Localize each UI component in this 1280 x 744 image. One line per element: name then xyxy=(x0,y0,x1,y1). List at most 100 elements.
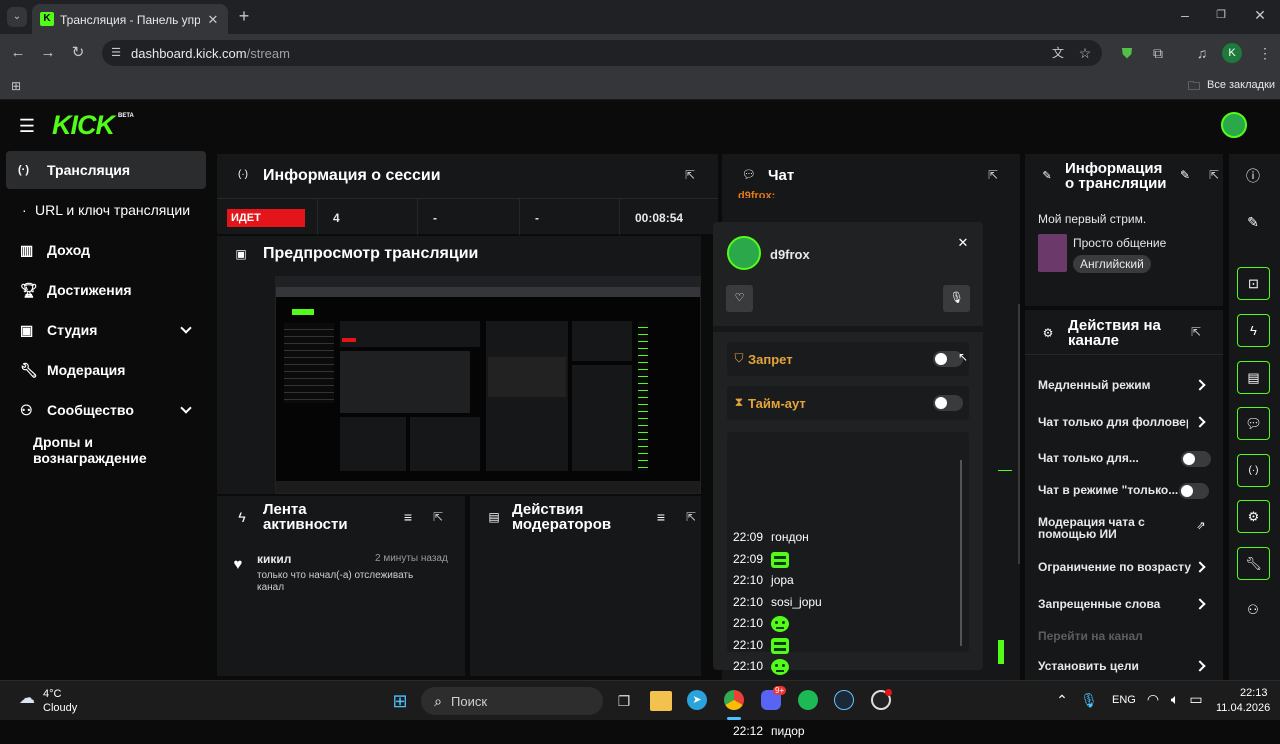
site-settings-icon[interactable]: ☰ xyxy=(109,46,123,60)
task-view-icon[interactable]: ❐ xyxy=(614,691,634,711)
spotify-icon[interactable] xyxy=(798,690,818,710)
stream-preview-video[interactable] xyxy=(275,276,701,494)
banned-words-row[interactable]: Запрещенные слова xyxy=(1025,591,1223,619)
focus-icon[interactable]: ⊡ xyxy=(1237,267,1270,300)
info-icon[interactable]: ⓘ xyxy=(1245,168,1261,184)
restore-icon[interactable]: ❐ xyxy=(1214,8,1228,22)
chat-bubble-icon[interactable]: 💬︎ xyxy=(1237,407,1270,440)
telegram-icon[interactable]: ➤ xyxy=(687,690,707,710)
sidebar-item-studio[interactable]: ▣ Студия xyxy=(6,311,206,349)
stat-value: - xyxy=(433,211,437,225)
steam-icon[interactable] xyxy=(834,690,854,710)
ai-moderation-row[interactable]: Модерация чата с помощью ИИ ⇗ xyxy=(1025,512,1223,544)
mute-mic-icon[interactable]: 🎙︎ xyxy=(943,285,970,312)
volume-icon[interactable]: 🔈︎ xyxy=(1168,692,1182,706)
popout-icon[interactable]: ⇱ xyxy=(684,510,698,524)
clock-time[interactable]: 22:13 xyxy=(1240,687,1268,699)
age-restriction-row[interactable]: Ограничение по возрасту xyxy=(1025,554,1223,582)
sidebar-item-revenue[interactable]: ▥ Доход xyxy=(6,231,206,269)
battery-icon[interactable]: ▭ xyxy=(1188,692,1204,706)
preview-taskbar xyxy=(276,481,700,493)
set-goals-label: Установить цели xyxy=(1038,659,1139,673)
community-icon[interactable]: ⚇ xyxy=(1245,601,1261,617)
filter-icon[interactable]: ≡ xyxy=(654,510,668,524)
stream-info-title-line2: о трансляции xyxy=(1065,175,1167,192)
kick-logo[interactable]: KICK xyxy=(52,110,115,141)
slow-mode-row[interactable]: Медленный режим xyxy=(1025,372,1223,400)
apps-grid-icon[interactable]: ⊞ xyxy=(9,79,23,93)
edit-icon[interactable]: ✎ xyxy=(1178,168,1192,182)
broadcast-icon[interactable]: (·) xyxy=(1237,454,1270,487)
browser-menu-icon[interactable]: ⋮ xyxy=(1258,45,1272,61)
user-card-username[interactable]: d9frox xyxy=(770,247,810,262)
back-icon[interactable]: ← xyxy=(10,44,26,60)
microphone-icon[interactable]: 🎙︎ xyxy=(1080,692,1098,708)
close-icon[interactable]: ✕ xyxy=(957,236,969,249)
hamburger-menu-icon[interactable]: ☰ xyxy=(18,117,36,135)
input-language[interactable]: ENG xyxy=(1112,694,1136,706)
history-scrollbar[interactable] xyxy=(960,460,962,646)
chevron-down-icon[interactable] xyxy=(180,322,192,334)
taskbar-search[interactable]: ⌕ Поиск xyxy=(421,687,603,715)
sidebar-item-moderation[interactable]: 🔧︎ Модерация xyxy=(6,351,206,389)
pencil-icon[interactable]: ✎ xyxy=(1245,214,1261,230)
tab-search-icon[interactable]: ⌄ xyxy=(7,7,27,27)
minimize-icon[interactable]: – xyxy=(1178,8,1192,22)
url-host: dashboard.kick.com xyxy=(131,46,247,61)
chevron-down-icon[interactable] xyxy=(180,402,192,414)
bookmark-star-icon[interactable]: ☆ xyxy=(1077,45,1093,61)
sidebar-item-label: Доход xyxy=(47,242,91,258)
all-bookmarks-link[interactable]: Все закладки xyxy=(1207,79,1275,91)
windows-start-icon[interactable]: ⊞ xyxy=(390,691,410,711)
file-explorer-icon[interactable] xyxy=(650,691,672,711)
chat-title: Чат xyxy=(768,167,795,184)
filter-icon[interactable]: ≡ xyxy=(401,510,415,524)
clock-date[interactable]: 11.04.2026 xyxy=(1216,702,1270,714)
emote-only-toggle[interactable] xyxy=(1179,483,1209,499)
document-icon[interactable]: ▤ xyxy=(1237,361,1270,394)
set-goals-row[interactable]: Установить цели xyxy=(1025,654,1223,680)
browser-tab[interactable]: K Трансляция - Панель управле ✕ xyxy=(32,4,228,34)
followers-only-row[interactable]: Чат только для фолловерс xyxy=(1025,409,1223,437)
sidebar-item-community[interactable]: ⚇ Сообщество xyxy=(6,391,206,429)
sidebar-item-url-key[interactable]: · URL и ключ трансляции xyxy=(6,191,206,229)
chrome-icon[interactable] xyxy=(724,690,744,710)
go-to-channel-label: Перейти на канал xyxy=(1038,629,1143,643)
weather-cloud-icon[interactable]: ☁ xyxy=(16,689,38,709)
subs-only-toggle[interactable] xyxy=(1181,451,1211,467)
forward-icon[interactable]: → xyxy=(40,44,56,60)
new-tab-icon[interactable]: + xyxy=(236,7,252,25)
activity-user: кикил xyxy=(257,552,292,566)
timeout-toggle[interactable] xyxy=(933,395,963,411)
go-to-channel-row[interactable]: Перейти на канал xyxy=(1025,623,1223,651)
wifi-icon[interactable]: ◠ xyxy=(1146,692,1160,706)
sidebar-item-stream[interactable]: (·) Трансляция xyxy=(6,151,206,189)
close-window-icon[interactable]: ✕ xyxy=(1253,8,1267,22)
chat-message-time: 22:10 xyxy=(733,594,764,609)
popout-icon[interactable]: ⇱ xyxy=(431,510,445,524)
close-tab-icon[interactable]: ✕ xyxy=(206,12,220,26)
popout-icon[interactable]: ⇱ xyxy=(1207,168,1221,182)
popout-icon[interactable]: ⇱ xyxy=(683,168,697,182)
media-control-icon[interactable]: ♫ xyxy=(1194,45,1210,61)
popout-icon[interactable]: ⇱ xyxy=(1189,325,1203,339)
tray-chevron-icon[interactable]: ⌃ xyxy=(1056,693,1068,707)
dashboard-page: ☰ KICK BETA (·) Трансляция · URL и ключ … xyxy=(0,100,1280,738)
channel-actions-icon[interactable]: ⚙ xyxy=(1237,500,1270,533)
windows-taskbar: ☁ 4°C Cloudy ⊞ ⌕ Поиск ❐ ➤ 9+ ⌃ 🎙︎ ENG ◠… xyxy=(0,680,1280,720)
user-avatar[interactable] xyxy=(1221,112,1247,138)
reload-icon[interactable]: ↻ xyxy=(70,44,86,60)
sidebar-item-achievements[interactable]: 🏆︎ Достижения xyxy=(6,271,206,309)
shield-extension-icon[interactable]: ⛊ xyxy=(1119,45,1135,61)
preview-rail xyxy=(638,321,648,471)
wrench-icon[interactable]: 🔧︎ xyxy=(1237,547,1270,580)
translate-icon[interactable]: 文 xyxy=(1050,45,1066,61)
url-bar[interactable]: ☰ dashboard.kick.com/stream 文 ☆ xyxy=(102,40,1102,66)
extensions-icon[interactable]: ⧉ xyxy=(1150,45,1166,61)
popout-icon[interactable]: ⇱ xyxy=(986,168,1000,182)
follow-heart-icon[interactable]: ♡ xyxy=(726,285,753,312)
profile-avatar[interactable]: K xyxy=(1222,43,1242,63)
chat-scrollbar[interactable] xyxy=(1018,304,1020,564)
lightning-icon[interactable]: ϟ xyxy=(1237,314,1270,347)
sidebar-item-drops[interactable]: Дропы и вознаграждение xyxy=(6,431,206,469)
